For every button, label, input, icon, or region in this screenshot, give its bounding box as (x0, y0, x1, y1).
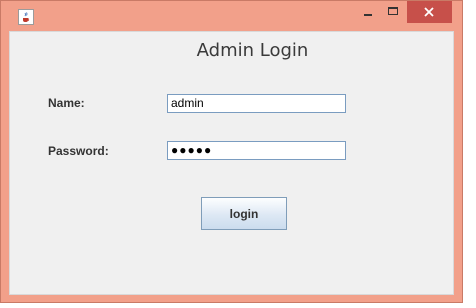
login-window: Admin Login Name: admin Password: ●●●●● … (0, 0, 463, 303)
name-label: Name: (48, 96, 85, 110)
minimize-icon (364, 14, 372, 16)
close-button[interactable] (407, 1, 452, 23)
maximize-button[interactable] (381, 1, 407, 23)
password-label: Password: (48, 144, 109, 158)
password-field[interactable]: ●●●●● (167, 141, 346, 160)
title-bar[interactable] (1, 1, 462, 31)
maximize-icon (388, 7, 398, 15)
minimize-button[interactable] (355, 1, 381, 23)
java-coffee-icon[interactable] (18, 9, 34, 25)
login-panel: Admin Login Name: admin Password: ●●●●● … (9, 31, 454, 295)
login-button[interactable]: login (201, 197, 287, 230)
close-icon (424, 7, 434, 17)
page-title: Admin Login (196, 40, 309, 61)
name-field[interactable]: admin (167, 94, 346, 113)
